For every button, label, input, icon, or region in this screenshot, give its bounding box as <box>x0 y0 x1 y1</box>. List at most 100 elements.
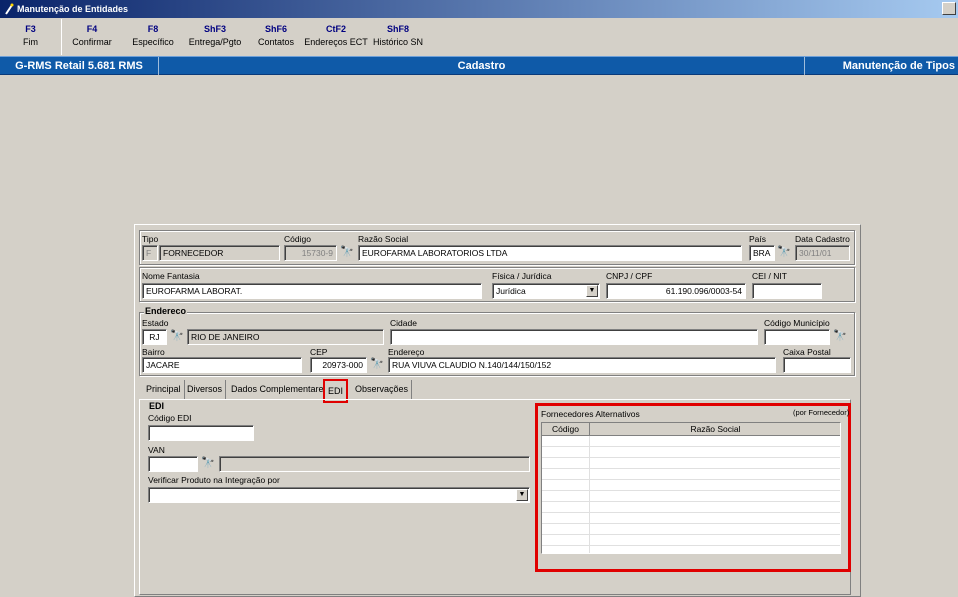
tab-diversos[interactable]: Diversos <box>184 380 227 399</box>
pais-field[interactable]: BRA <box>749 245 775 261</box>
municipio-search-binoculars-icon[interactable]: 🔭 <box>832 329 848 345</box>
fim-key: F3 <box>25 24 36 34</box>
tab-principal[interactable]: Principal <box>143 380 185 399</box>
table-row[interactable] <box>542 535 840 546</box>
cep-label: CEP <box>310 347 328 357</box>
razao-social-field[interactable]: EUROFARMA LABORATORIOS LTDA <box>358 245 742 261</box>
tab-dados-complementares[interactable]: Dados Complementares <box>228 380 333 399</box>
entrega-pgto-label: Entrega/Pgto <box>188 37 242 47</box>
codigo-edi-label: Código EDI <box>148 413 192 423</box>
cep-field[interactable]: 20973-000 <box>310 357 367 373</box>
caixa-postal-field[interactable] <box>783 357 851 373</box>
caixa-postal-label: Caixa Postal <box>783 347 831 357</box>
cnpj-cpf-field[interactable]: 61.190.096/0003-54 <box>606 283 746 299</box>
contatos-label: Contatos <box>257 37 295 47</box>
fornecedores-alternativos-grid[interactable]: Código Razão Social <box>541 422 841 554</box>
fornecedores-alternativos-title: Fornecedores Alternativos <box>541 409 640 419</box>
function-key-toolbar: F3 Fim F4 Confirmar F8 Específico ShF3 E… <box>0 19 958 55</box>
chevron-down-icon[interactable]: ▼ <box>516 489 528 501</box>
contatos-button[interactable]: ShF6 Contatos <box>250 19 302 55</box>
confirmar-button[interactable]: F4 Confirmar <box>64 19 120 55</box>
codigo-search-binoculars-icon[interactable]: 🔭 <box>339 245 355 261</box>
cei-nit-field[interactable] <box>752 283 822 299</box>
razao-social-label: Razão Social <box>358 234 409 244</box>
estado-code-field[interactable]: RJ <box>142 329 167 345</box>
cnpj-cpf-label: CNPJ / CPF <box>606 271 653 281</box>
van-label: VAN <box>148 445 165 455</box>
enderecos-ect-key: CtF2 <box>326 24 346 34</box>
enderecos-ect-label: Endereços ECT <box>304 37 368 47</box>
codigo-municipio-label: Código Município <box>764 318 830 328</box>
cei-nit-label: CEI / NIT <box>752 271 787 281</box>
pais-label: País <box>749 234 767 244</box>
cidade-field[interactable] <box>390 329 758 345</box>
historico-sn-label: Histórico SN <box>372 37 423 47</box>
van-search-binoculars-icon[interactable]: 🔭 <box>200 456 216 472</box>
window-control-button[interactable] <box>942 2 956 15</box>
fim-button[interactable]: F3 Fim <box>0 19 62 55</box>
table-row[interactable] <box>542 480 840 491</box>
table-row[interactable] <box>542 524 840 535</box>
especifico-button[interactable]: F8 Específico <box>122 19 184 55</box>
data-cadastro-field[interactable]: 30/11/01 <box>795 245 850 261</box>
window-title: Manutenção de Entidades <box>17 4 129 14</box>
tipo-code-field[interactable]: F <box>142 245 158 261</box>
window-title-bar: Manutenção de Entidades <box>0 0 958 18</box>
column-header-razao-social[interactable]: Razão Social <box>590 423 840 436</box>
table-row[interactable] <box>542 469 840 480</box>
endereco-label: Endereço <box>388 347 425 357</box>
historico-sn-button[interactable]: ShF8 Histórico SN <box>372 19 424 55</box>
nome-fantasia-label: Nome Fantasia <box>142 271 200 281</box>
data-cadastro-label: Data Cadastro <box>795 234 850 244</box>
codigo-municipio-field[interactable] <box>764 329 830 345</box>
endereco-group-title: Endereco <box>144 306 188 316</box>
table-row[interactable] <box>542 458 840 469</box>
historico-sn-key: ShF8 <box>386 24 409 34</box>
van-field[interactable] <box>148 456 198 472</box>
chevron-down-icon[interactable]: ▼ <box>586 285 598 297</box>
column-header-codigo[interactable]: Código <box>542 423 590 436</box>
fim-label: Fim <box>23 37 38 47</box>
bairro-field[interactable]: JACARE <box>142 357 302 373</box>
cidade-label: Cidade <box>390 318 417 328</box>
enderecos-ect-button[interactable]: CtF2 Endereços ECT <box>304 19 368 55</box>
tab-observacoes[interactable]: Observações <box>352 380 413 399</box>
fisica-juridica-value: Jurídica <box>496 286 526 296</box>
pais-search-binoculars-icon[interactable]: 🔭 <box>776 245 792 261</box>
bairro-label: Bairro <box>142 347 165 357</box>
contatos-key: ShF6 <box>264 24 287 34</box>
verificar-produto-select[interactable]: ▼ <box>148 487 530 503</box>
confirmar-label: Confirmar <box>72 37 112 47</box>
status-module: Cadastro <box>457 60 506 72</box>
edi-group-title: EDI <box>148 401 166 411</box>
table-row[interactable] <box>542 436 840 447</box>
codigo-edi-field[interactable] <box>148 425 254 441</box>
confirmar-key: F4 <box>86 24 98 34</box>
tipo-field[interactable]: FORNECEDOR <box>159 245 280 261</box>
app-icon <box>5 3 14 15</box>
verificar-produto-label: Verificar Produto na Integração por <box>148 475 280 485</box>
endereco-field[interactable]: RUA VIUVA CLAUDIO N.140/144/150/152 <box>388 357 776 373</box>
van-description-field[interactable] <box>219 456 530 472</box>
cep-search-binoculars-icon[interactable]: 🔭 <box>369 357 385 373</box>
tipo-label: Tipo <box>142 234 159 244</box>
nome-fantasia-field[interactable]: EUROFARMA LABORAT. <box>142 283 482 299</box>
status-system: G-RMS Retail 5.681 RMS <box>15 60 143 72</box>
especifico-label: Específico <box>132 37 174 47</box>
estado-name-field[interactable]: RIO DE JANEIRO <box>187 329 384 345</box>
fisica-juridica-select[interactable]: Jurídica ▼ <box>492 283 600 299</box>
codigo-label: Código <box>284 234 311 244</box>
entrega-pgto-button[interactable]: ShF3 Entrega/Pgto <box>186 19 244 55</box>
table-row[interactable] <box>542 491 840 502</box>
especifico-key: F8 <box>147 24 159 34</box>
codigo-field[interactable]: 15730-9 <box>284 245 337 261</box>
estado-search-binoculars-icon[interactable]: 🔭 <box>169 329 185 345</box>
entrega-pgto-key: ShF3 <box>203 24 226 34</box>
estado-label: Estado <box>142 318 169 328</box>
table-row[interactable] <box>542 513 840 524</box>
table-row[interactable] <box>542 447 840 458</box>
status-screen: Manutenção de Tipos <box>842 60 955 72</box>
fisica-juridica-label: Física / Jurídica <box>492 271 552 281</box>
status-bar: G-RMS Retail 5.681 RMS Cadastro Manutenç… <box>0 56 958 75</box>
table-row[interactable] <box>542 502 840 513</box>
